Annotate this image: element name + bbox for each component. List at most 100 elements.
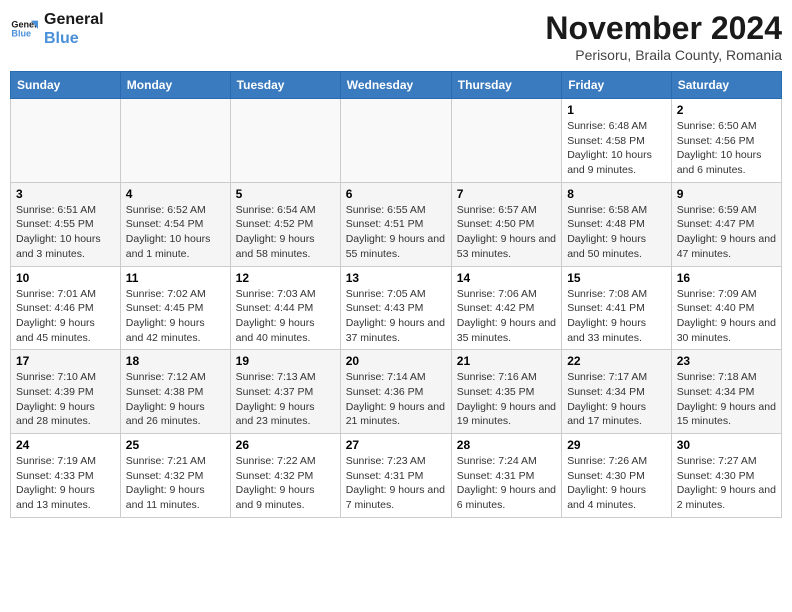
day-info: Sunrise: 6:57 AM Sunset: 4:50 PM Dayligh… (457, 203, 556, 262)
location: Perisoru, Braila County, Romania (545, 47, 782, 63)
calendar-header-sunday: Sunday (11, 72, 121, 99)
calendar-cell: 16 Sunrise: 7:09 AM Sunset: 4:40 PM Dayli… (671, 266, 781, 350)
logo: General Blue General Blue (10, 10, 104, 48)
day-number: 21 (457, 354, 556, 368)
calendar-cell: 13Sunrise: 7:05 AM Sunset: 4:43 PM Dayli… (340, 266, 451, 350)
day-number: 23 (677, 354, 776, 368)
day-info: Sunrise: 7:09 AM Sunset: 4:40 PM Dayligh… (677, 287, 776, 346)
calendar-cell: 15Sunrise: 7:08 AM Sunset: 4:41 PM Dayli… (562, 266, 672, 350)
calendar-cell: 30 Sunrise: 7:27 AM Sunset: 4:30 PM Dayli… (671, 434, 781, 518)
day-info: Sunrise: 7:14 AM Sunset: 4:36 PM Dayligh… (346, 370, 446, 429)
day-number: 8 (567, 187, 666, 201)
calendar-cell: 10 Sunrise: 7:01 AM Sunset: 4:46 PM Dayli… (11, 266, 121, 350)
calendar-cell: 11 Sunrise: 7:02 AM Sunset: 4:45 PM Dayli… (120, 266, 230, 350)
day-number: 26 (236, 438, 335, 452)
calendar-header-friday: Friday (562, 72, 672, 99)
title-area: November 2024 Perisoru, Braila County, R… (545, 10, 782, 63)
day-number: 16 (677, 271, 776, 285)
calendar-cell: 25Sunrise: 7:21 AM Sunset: 4:32 PM Dayli… (120, 434, 230, 518)
day-number: 28 (457, 438, 556, 452)
calendar-cell: 19 Sunrise: 7:13 AM Sunset: 4:37 PM Dayli… (230, 350, 340, 434)
day-info: Sunrise: 7:01 AM Sunset: 4:46 PM Dayligh… (16, 287, 115, 346)
calendar-week-4: 17Sunrise: 7:10 AM Sunset: 4:39 PM Dayli… (11, 350, 782, 434)
day-number: 14 (457, 271, 556, 285)
day-number: 15 (567, 271, 666, 285)
calendar-week-3: 10 Sunrise: 7:01 AM Sunset: 4:46 PM Dayli… (11, 266, 782, 350)
calendar-cell: 23 Sunrise: 7:18 AM Sunset: 4:34 PM Dayli… (671, 350, 781, 434)
calendar-cell: 2 Sunrise: 6:50 AM Sunset: 4:56 PM Daylig… (671, 99, 781, 183)
day-info: Sunrise: 7:06 AM Sunset: 4:42 PM Dayligh… (457, 287, 556, 346)
day-info: Sunrise: 6:54 AM Sunset: 4:52 PM Dayligh… (236, 203, 335, 262)
calendar-cell: 17Sunrise: 7:10 AM Sunset: 4:39 PM Dayli… (11, 350, 121, 434)
day-info: Sunrise: 6:51 AM Sunset: 4:55 PM Dayligh… (16, 203, 115, 262)
calendar-cell: 29Sunrise: 7:26 AM Sunset: 4:30 PM Dayli… (562, 434, 672, 518)
day-number: 7 (457, 187, 556, 201)
calendar-cell (340, 99, 451, 183)
calendar-cell: 21Sunrise: 7:16 AM Sunset: 4:35 PM Dayli… (451, 350, 561, 434)
day-number: 20 (346, 354, 446, 368)
calendar-header-tuesday: Tuesday (230, 72, 340, 99)
logo-line1: General (44, 10, 104, 29)
page-header: General Blue General Blue November 2024 … (10, 10, 782, 63)
day-info: Sunrise: 7:13 AM Sunset: 4:37 PM Dayligh… (236, 370, 335, 429)
day-number: 4 (126, 187, 225, 201)
day-number: 19 (236, 354, 335, 368)
day-info: Sunrise: 6:52 AM Sunset: 4:54 PM Dayligh… (126, 203, 225, 262)
day-number: 11 (126, 271, 225, 285)
day-info: Sunrise: 7:02 AM Sunset: 4:45 PM Dayligh… (126, 287, 225, 346)
day-info: Sunrise: 7:05 AM Sunset: 4:43 PM Dayligh… (346, 287, 446, 346)
day-info: Sunrise: 7:17 AM Sunset: 4:34 PM Dayligh… (567, 370, 666, 429)
day-number: 18 (126, 354, 225, 368)
calendar-cell: 22Sunrise: 7:17 AM Sunset: 4:34 PM Dayli… (562, 350, 672, 434)
calendar-cell: 9 Sunrise: 6:59 AM Sunset: 4:47 PM Daylig… (671, 182, 781, 266)
day-info: Sunrise: 7:26 AM Sunset: 4:30 PM Dayligh… (567, 454, 666, 513)
day-info: Sunrise: 7:27 AM Sunset: 4:30 PM Dayligh… (677, 454, 776, 513)
day-info: Sunrise: 6:58 AM Sunset: 4:48 PM Dayligh… (567, 203, 666, 262)
calendar-week-5: 24 Sunrise: 7:19 AM Sunset: 4:33 PM Dayli… (11, 434, 782, 518)
calendar-cell: 12Sunrise: 7:03 AM Sunset: 4:44 PM Dayli… (230, 266, 340, 350)
day-info: Sunrise: 7:23 AM Sunset: 4:31 PM Dayligh… (346, 454, 446, 513)
day-number: 10 (16, 271, 115, 285)
day-info: Sunrise: 6:50 AM Sunset: 4:56 PM Dayligh… (677, 119, 776, 178)
calendar-week-1: 1 Sunrise: 6:48 AM Sunset: 4:58 PM Daylig… (11, 99, 782, 183)
calendar-week-2: 3 Sunrise: 6:51 AM Sunset: 4:55 PM Daylig… (11, 182, 782, 266)
calendar-cell: 5 Sunrise: 6:54 AM Sunset: 4:52 PM Daylig… (230, 182, 340, 266)
day-number: 2 (677, 103, 776, 117)
day-info: Sunrise: 7:18 AM Sunset: 4:34 PM Dayligh… (677, 370, 776, 429)
day-info: Sunrise: 6:55 AM Sunset: 4:51 PM Dayligh… (346, 203, 446, 262)
day-number: 27 (346, 438, 446, 452)
day-number: 9 (677, 187, 776, 201)
day-number: 30 (677, 438, 776, 452)
day-info: Sunrise: 7:21 AM Sunset: 4:32 PM Dayligh… (126, 454, 225, 513)
calendar-header-thursday: Thursday (451, 72, 561, 99)
calendar-cell: 3 Sunrise: 6:51 AM Sunset: 4:55 PM Daylig… (11, 182, 121, 266)
calendar-header-monday: Monday (120, 72, 230, 99)
calendar-cell: 6Sunrise: 6:55 AM Sunset: 4:51 PM Daylig… (340, 182, 451, 266)
calendar-cell: 8 Sunrise: 6:58 AM Sunset: 4:48 PM Daylig… (562, 182, 672, 266)
calendar-cell: 4 Sunrise: 6:52 AM Sunset: 4:54 PM Daylig… (120, 182, 230, 266)
month-title: November 2024 (545, 10, 782, 47)
calendar-cell: 18Sunrise: 7:12 AM Sunset: 4:38 PM Dayli… (120, 350, 230, 434)
day-number: 1 (567, 103, 666, 117)
calendar-header-row: SundayMondayTuesdayWednesdayThursdayFrid… (11, 72, 782, 99)
logo-line2: Blue (44, 29, 104, 48)
calendar-cell: 7 Sunrise: 6:57 AM Sunset: 4:50 PM Daylig… (451, 182, 561, 266)
logo-icon: General Blue (10, 15, 38, 43)
day-info: Sunrise: 7:10 AM Sunset: 4:39 PM Dayligh… (16, 370, 115, 429)
calendar-cell (120, 99, 230, 183)
calendar-cell: 28Sunrise: 7:24 AM Sunset: 4:31 PM Dayli… (451, 434, 561, 518)
day-number: 3 (16, 187, 115, 201)
calendar-cell (11, 99, 121, 183)
day-info: Sunrise: 7:22 AM Sunset: 4:32 PM Dayligh… (236, 454, 335, 513)
day-number: 5 (236, 187, 335, 201)
calendar-cell: 27 Sunrise: 7:23 AM Sunset: 4:31 PM Dayli… (340, 434, 451, 518)
day-info: Sunrise: 6:59 AM Sunset: 4:47 PM Dayligh… (677, 203, 776, 262)
day-info: Sunrise: 6:48 AM Sunset: 4:58 PM Dayligh… (567, 119, 666, 178)
day-number: 12 (236, 271, 335, 285)
day-info: Sunrise: 7:19 AM Sunset: 4:33 PM Dayligh… (16, 454, 115, 513)
calendar-cell (451, 99, 561, 183)
calendar-table: SundayMondayTuesdayWednesdayThursdayFrid… (10, 71, 782, 518)
calendar-cell: 20 Sunrise: 7:14 AM Sunset: 4:36 PM Dayli… (340, 350, 451, 434)
calendar-cell: 14 Sunrise: 7:06 AM Sunset: 4:42 PM Dayli… (451, 266, 561, 350)
day-number: 24 (16, 438, 115, 452)
